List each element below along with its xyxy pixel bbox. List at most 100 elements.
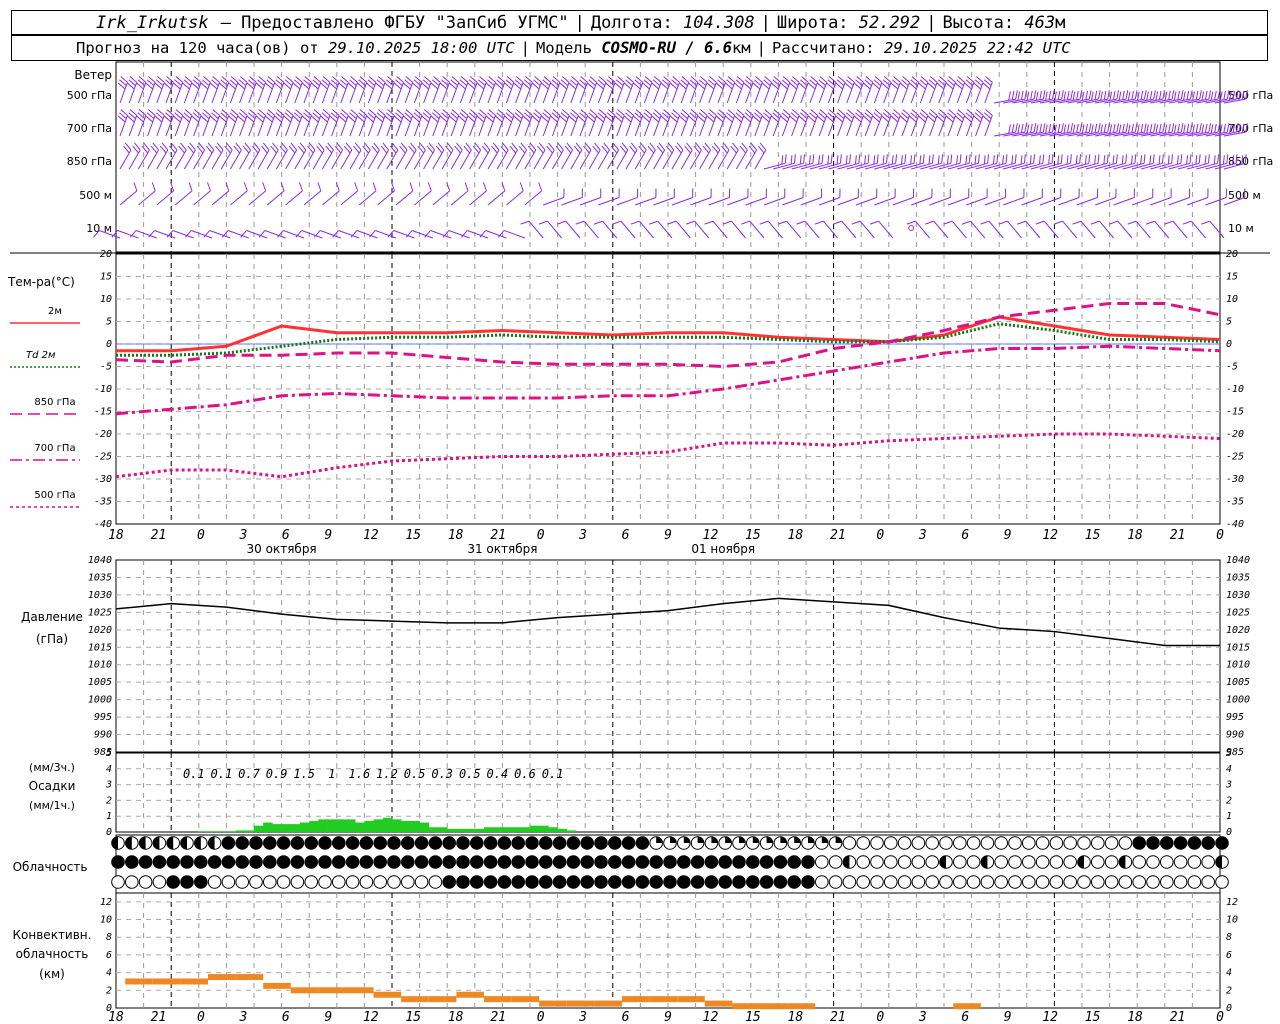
wind-barb-feather: [849, 154, 852, 164]
time-tick: 9: [324, 528, 332, 543]
cloud-cover-circle: [276, 875, 291, 889]
precip-bar: [208, 831, 218, 832]
wind-barb-feather: [1201, 220, 1211, 225]
wind-barb-feather: [1005, 154, 1008, 164]
wind-barb-feather: [910, 155, 913, 165]
ytick-right: 4: [1226, 764, 1232, 775]
ytick-right: 1000: [1226, 695, 1250, 706]
cloud-quarter-fill: [766, 836, 773, 843]
cloud-cover-circle: [966, 855, 981, 869]
wind-barb-feather: [1219, 124, 1223, 134]
cloud-cover-circle: [842, 836, 857, 850]
wind-barb-feather: [1176, 155, 1179, 165]
time-tick-bottom: 12: [1042, 1010, 1058, 1024]
wind-barb-feather: [1189, 90, 1193, 100]
time-tick-bottom: 15: [1085, 1010, 1101, 1024]
time-tick-bottom: 21: [830, 1010, 846, 1024]
ytick-right: 1005: [1226, 677, 1250, 688]
wind-barb-feather: [1048, 90, 1052, 100]
cloud-cover-circle: [815, 875, 829, 889]
precip-total-label: 0.6: [514, 767, 536, 781]
cloud-cover-circle: [663, 855, 677, 869]
ytick-left: -20: [94, 429, 112, 440]
cloud-cover-circle: [580, 836, 595, 850]
wind-barb-feather: [1048, 123, 1052, 133]
cloud-cover-circle: [953, 855, 967, 869]
cloud-cover-circle: [1063, 875, 1077, 889]
cloud-cover-circle: [635, 836, 650, 850]
time-tick: 12: [363, 528, 379, 543]
cloud-quarter-fill: [835, 836, 842, 843]
wind-barb-feather: [1146, 124, 1149, 134]
ytick-right: 990: [1226, 730, 1244, 741]
precip-bar: [254, 825, 264, 832]
precip-bar: [300, 822, 310, 832]
precip-bar: [419, 822, 430, 832]
wind-barb-feather: [1189, 154, 1192, 164]
cloud-cover-circle: [677, 875, 691, 889]
cloud-cover-circle: [318, 855, 332, 869]
time-tick: 3: [238, 528, 247, 543]
cloud-cover-circle: [456, 875, 470, 889]
time-tick: 6: [282, 528, 290, 543]
wind-barb-feather: [299, 182, 303, 192]
cloud-cover-circle: [166, 875, 180, 889]
wind-barb-feather: [1008, 124, 1011, 134]
ytick-right: 10: [1226, 915, 1238, 926]
ytick-left: 1005: [88, 677, 112, 688]
time-tick: 6: [622, 528, 630, 543]
wind-barb-feather: [1079, 154, 1082, 164]
wind-barb-feather: [1076, 123, 1079, 133]
cloud-cover-circle: [1132, 855, 1146, 869]
cloud-cover-circle: [856, 836, 871, 850]
cloud-cover-circle: [539, 836, 553, 850]
wind-barb-feather: [1198, 154, 1201, 164]
cloud-cover-circle: [787, 875, 802, 889]
wind-barb-feather: [1143, 154, 1146, 164]
wind-barb-feather: [1112, 155, 1115, 165]
precip-bar: [373, 819, 384, 832]
wind-barb-feather: [854, 155, 857, 165]
precip-bar: [281, 824, 292, 832]
wind-barb-feather: [1153, 123, 1156, 133]
ytick-left: 1000: [88, 695, 112, 706]
wind-barb-feather: [1063, 124, 1067, 134]
wind-barb-feather: [1029, 155, 1032, 165]
wind-barb-staff: [878, 220, 894, 239]
wind-barb-feather: [1158, 90, 1162, 100]
wind-level-label-right: 10 м: [1228, 222, 1254, 235]
meteogram-svg: Ветер 500 гПа 500 гПа 700 гПа 700 гПа 850 гПа…: [7, 61, 1273, 1024]
cloud-cover-circle: [884, 855, 898, 869]
ytick-left: 1020: [88, 625, 112, 636]
wind-barb-feather: [968, 154, 971, 164]
conv-bar: [401, 996, 429, 1003]
cloud-cover-circle: [966, 875, 981, 889]
wind-barb-feather: [1112, 123, 1116, 133]
wind-barb-feather: [1127, 91, 1131, 101]
wind-barb-feather: [1146, 91, 1149, 101]
cloud-cover-circle: [207, 875, 222, 889]
wind-barb-feather: [891, 155, 894, 165]
wind-barb-staff: [984, 197, 1006, 206]
wind-barb-staff: [837, 197, 859, 206]
wind-barb-feather: [833, 220, 843, 225]
conv-bar: [152, 978, 181, 985]
wind-barb-feather: [1134, 90, 1138, 100]
wind-barb-feather: [1103, 155, 1106, 165]
wind-barb-feather: [1214, 90, 1217, 100]
time-tick: 15: [745, 528, 761, 543]
time-tick-bottom: 12: [363, 1010, 379, 1024]
cloud-cover-circle: [414, 855, 429, 869]
cloud-cover-circle: [690, 855, 705, 869]
cloud-cover-circle: [1146, 875, 1160, 889]
precip-bar: [502, 827, 512, 832]
cloud-cover-circle: [194, 875, 208, 889]
ytick-right: 3: [1225, 780, 1232, 791]
wind-barb-feather: [983, 155, 986, 165]
wind-barb-feather: [483, 182, 487, 192]
wind-barb-feather: [946, 155, 949, 165]
wind-barb-feather: [922, 154, 925, 164]
wind-barb-staff: [1131, 197, 1153, 206]
cloud-cover-circle: [152, 855, 167, 869]
cloud-cover-circle: [649, 855, 664, 869]
